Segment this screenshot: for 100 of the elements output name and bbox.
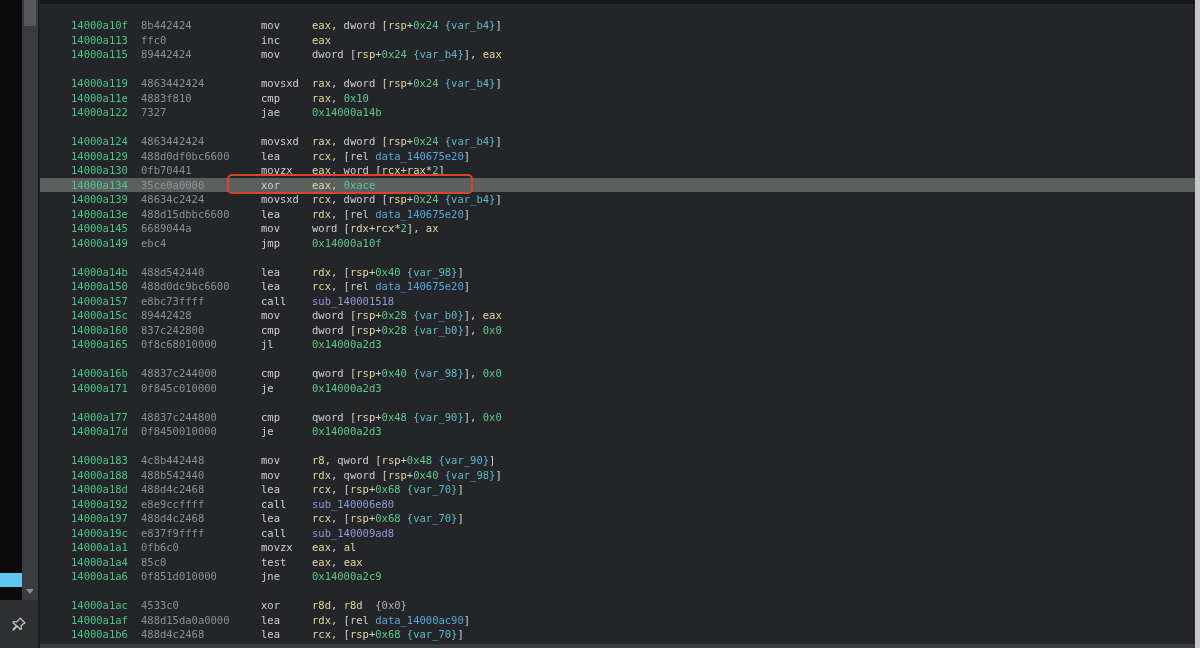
mnemonic-text: inc [261,32,281,47]
listing-row[interactable]: 14000a122 7327 jae 0x14000a14b [40,105,1195,120]
address-text: 14000a129 [71,148,129,163]
operands-text: qword [rsp+0x48 {var_90}], 0x0 [312,409,502,424]
bytes-text: 48634c2424 [141,192,206,207]
listing-row[interactable]: 14000a188 488b542440 mov rdx, qword [rsp+0x40 {var_98}] [40,467,1195,482]
address-text: 14000a192 [71,496,129,511]
listing-row[interactable]: 14000a11e 4883f810 cmp rax, 0x10 [40,90,1195,105]
address-text: 14000a113 [71,32,129,47]
bytes-text: 4533c0 [141,598,180,613]
listing-row[interactable]: 14000a149 ebc4 jmp 0x14000a10f [40,235,1195,250]
operands-text: sub_140001518 [312,293,395,308]
listing-row[interactable]: 14000a171 0f845c010000 je 0x14000a2d3 [40,380,1195,395]
mnemonic-text: movsxd [261,192,300,207]
address-text: 14000a115 [71,47,129,62]
address-text: 14000a139 [71,192,129,207]
listing-row[interactable]: 14000a1a6 0f851d010000 jne 0x14000a2c9 [40,569,1195,584]
operands-text: rax, dword [rsp+0x24 {var_b4}] [312,76,502,91]
listing-row[interactable]: 14000a139 48634c2424 movsxd rcx, dword [rsp+0x24 {var_b4}] [40,192,1195,207]
operands-text: 0x14000a2d3 [312,337,382,352]
bytes-text: 488d4c2468 [141,627,206,642]
address-text: 14000a17d [71,424,129,439]
listing-row[interactable]: 14000a183 4c8b442448 mov r8, qword [rsp+0x48 {var_90}] [40,453,1195,468]
vertical-scrollbar[interactable] [1195,0,1200,648]
address-text: 14000a160 [71,322,129,337]
mnemonic-text: cmp [261,322,281,337]
scrollbar-thumb[interactable] [24,0,36,26]
listing-row[interactable]: 14000a160 837c242800 cmp dword [rsp+0x28 {var_b0}], 0x0 [40,322,1195,337]
mnemonic-text: movzx [261,163,294,178]
bytes-text: 488b542440 [141,467,206,482]
listing-row[interactable]: 14000a1a1 0fb6c0 movzx eax, al [40,540,1195,555]
listing-row[interactable]: 14000a177 48837c244800 cmp qword [rsp+0x48 {var_90}], 0x0 [40,409,1195,424]
address-text: 14000a165 [71,337,129,352]
bytes-text: 0f8c68010000 [141,337,218,352]
mnemonic-text: mov [261,18,281,33]
bytes-text: e837f9ffff [141,525,206,540]
address-text: 14000a122 [71,105,129,120]
operands-text: word [rdx+rcx*2], ax [312,221,439,236]
mnemonic-text: mov [261,47,281,62]
address-text: 14000a13e [71,206,129,221]
operands-text: rdx, [rel data_14000ac90] [312,612,471,627]
bytes-text: ffc0 [141,32,168,47]
mnemonic-text: lea [261,612,281,627]
bytes-text: 488d15dbbc6600 [141,206,231,221]
listing-row[interactable]: 14000a115 89442424 mov dword [rsp+0x24 {var_b4}], eax [40,47,1195,62]
scroll-down-icon[interactable] [26,589,34,594]
operands-text: 0x14000a2d3 [312,424,382,439]
address-text: 14000a149 [71,235,129,250]
listing-row[interactable]: 14000a113 ffc0 inc eax [40,32,1195,47]
operands-text: eax [312,32,331,47]
listing-row[interactable]: 14000a1af 488d15da0a0000 lea rdx, [rel data_14000ac90] [40,612,1195,627]
mnemonic-text: lea [261,627,281,642]
listing-row[interactable]: 14000a15c 89442428 mov dword [rsp+0x28 {var_b0}], eax [40,308,1195,323]
listing-row[interactable]: 14000a1b6 488d4c2468 lea rcx, [rsp+0x68 {var_70}] [40,627,1195,642]
listing-row[interactable]: 14000a16b 48837c244000 cmp qword [rsp+0x40 {var_98}], 0x0 [40,366,1195,381]
listing-row[interactable]: 14000a13e 488d15dbbc6600 lea rdx, [rel data_140675e20] [40,206,1195,221]
bytes-text: 837c242800 [141,322,206,337]
address-text: 14000a197 [71,511,129,526]
address-text: 14000a145 [71,221,129,236]
operands-text: rcx, [rsp+0x68 {var_70}] [312,627,464,642]
bytes-text: 4883f810 [141,90,193,105]
listing-row[interactable]: 14000a14b 488d542440 lea rdx, [rsp+0x40 {var_98}] [40,264,1195,279]
mnemonic-text: lea [261,264,281,279]
listing-row[interactable]: 14000a145 6689044a mov word [rdx+rcx*2], ax [40,221,1195,236]
address-text: 14000a124 [71,134,129,149]
address-text: 14000a134 [71,177,129,192]
listing-row[interactable]: 14000a192 e8e9ccffff call sub_140006e80 [40,496,1195,511]
listing-row[interactable]: 14000a197 488d4c2468 lea rcx, [rsp+0x68 {var_70}] [40,511,1195,526]
listing-row[interactable]: 14000a1ac 4533c0 xor r8d, r8d {0x0} [40,598,1195,613]
listing-row[interactable]: 14000a129 488d0df0bc6600 lea rcx, [rel data_140675e20] [40,148,1195,163]
listing-row[interactable]: 14000a165 0f8c68010000 jl 0x14000a2d3 [40,337,1195,352]
bytes-text: 488d4c2468 [141,511,206,526]
listing-row[interactable]: 14000a19c e837f9ffff call sub_140009ad8 [40,525,1195,540]
listing-row[interactable]: 14000a10f 8b442424 mov eax, dword [rsp+0x24 {var_b4}] [40,18,1195,33]
operands-text: rdx, qword [rsp+0x40 {var_98}] [312,467,502,482]
mnemonic-text: jl [261,337,275,352]
bytes-text: 488d4c2468 [141,482,206,497]
operands-text: rcx, [rel data_140675e20] [312,148,471,163]
pin-icon[interactable] [12,617,26,631]
listing-row[interactable]: 14000a119 4863442424 movsxd rax, dword [rsp+0x24 {var_b4}] [40,76,1195,91]
listing-row[interactable]: 14000a18d 488d4c2468 lea rcx, [rsp+0x68 {var_70}] [40,482,1195,497]
mnemonic-text: je [261,380,275,395]
operands-text: dword [rsp+0x24 {var_b4}], eax [312,47,502,62]
listing-row[interactable]: 14000a17d 0f8450010000 je 0x14000a2d3 [40,424,1195,439]
address-text: 14000a1a6 [71,569,129,584]
bytes-text: 488d0dc9bc6600 [141,279,231,294]
address-text: 14000a10f [71,18,129,33]
mnemonic-text: xor [261,177,281,192]
listing-row[interactable]: 14000a1a4 85c0 test eax, eax [40,554,1195,569]
listing-row[interactable]: 14000a157 e8bc73ffff call sub_140001518 [40,293,1195,308]
bytes-text: 89442424 [141,47,193,62]
operands-text: 0x14000a10f [312,235,382,250]
mnemonic-text: mov [261,221,281,236]
bytes-text: 6689044a [141,221,193,236]
listing-row[interactable]: 14000a150 488d0dc9bc6600 lea rcx, [rel data_140675e20] [40,279,1195,294]
bytes-text: 8b442424 [141,18,193,33]
listing-row[interactable]: 14000a124 4863442424 movsxd rax, dword [rsp+0x24 {var_b4}] [40,134,1195,149]
address-text: 14000a19c [71,525,129,540]
operands-text: dword [rsp+0x28 {var_b0}], eax [312,308,502,323]
bytes-text: 48837c244800 [141,409,218,424]
